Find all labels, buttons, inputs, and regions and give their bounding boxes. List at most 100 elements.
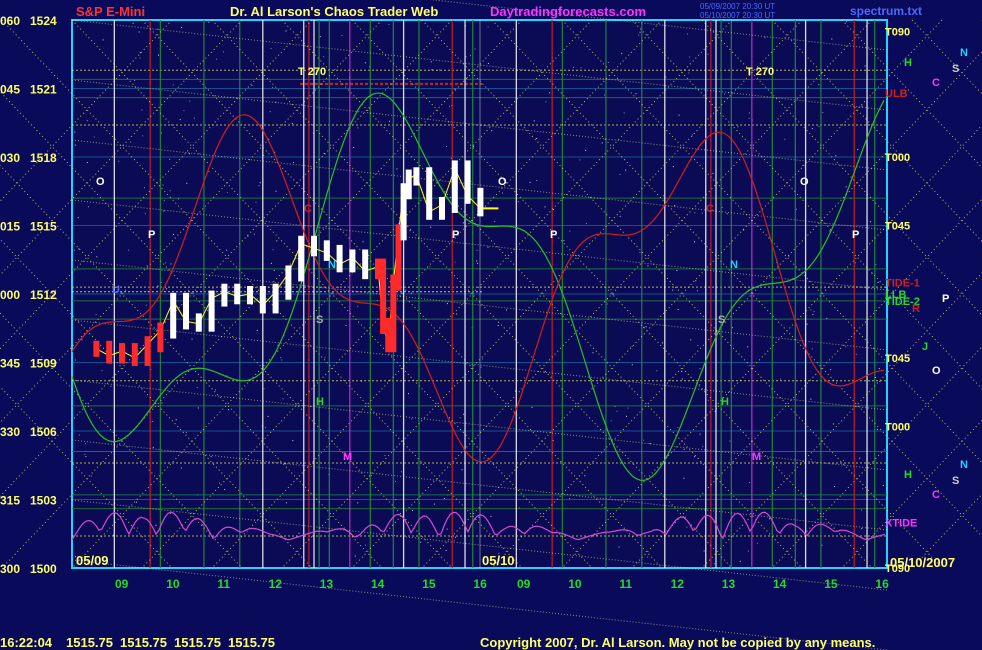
- star-dot: [77, 217, 79, 219]
- star-dot: [284, 463, 286, 465]
- star-dot: [84, 453, 86, 455]
- x-tick-label: 15: [824, 577, 838, 591]
- star-dot: [364, 544, 366, 546]
- plot-letter: S: [718, 314, 725, 326]
- star-dot: [862, 488, 864, 490]
- star-dot: [678, 114, 680, 116]
- star-dot: [112, 534, 114, 536]
- price-bar: [380, 258, 387, 334]
- star-dot: [585, 149, 587, 151]
- marker-label: T000: [885, 421, 910, 433]
- star-dot: [861, 527, 863, 529]
- star-dot: [293, 161, 295, 163]
- site-url[interactable]: Daytradingforecasts.com: [490, 4, 646, 19]
- star-dot: [469, 55, 471, 57]
- star-dot: [208, 171, 210, 173]
- star-dot: [821, 544, 823, 546]
- star-dot: [701, 212, 703, 214]
- x-tick-label: 15: [422, 577, 436, 591]
- star-dot: [102, 39, 104, 41]
- star-dot: [75, 359, 77, 361]
- star-dot: [643, 439, 645, 441]
- star-dot: [273, 269, 275, 271]
- star-dot: [832, 423, 834, 425]
- price-bar: [390, 274, 397, 353]
- star-dot: [151, 420, 153, 422]
- star-dot: [259, 182, 261, 184]
- price-bar: [259, 286, 266, 314]
- star-dot: [497, 324, 499, 326]
- star-dot: [601, 142, 603, 144]
- star-dot: [193, 117, 195, 119]
- price-bar: [323, 240, 330, 261]
- star-dot: [319, 36, 321, 38]
- star-dot: [623, 112, 625, 114]
- star-dot: [463, 413, 465, 415]
- star-dot: [604, 94, 606, 96]
- star-dot: [477, 262, 479, 264]
- star-dot: [606, 303, 608, 305]
- star-dot: [806, 323, 808, 325]
- star-dot: [420, 541, 422, 543]
- star-dot: [656, 370, 658, 372]
- star-dot: [341, 35, 343, 37]
- plot-letter: M: [343, 451, 352, 463]
- y-code-label: 300: [0, 562, 20, 576]
- price-bar: [298, 235, 305, 282]
- price-bar: [385, 317, 392, 353]
- y-code-label: 330: [0, 425, 20, 439]
- star-dot: [191, 338, 193, 340]
- star-dot: [531, 406, 533, 408]
- star-dot: [810, 398, 812, 400]
- star-dot: [618, 546, 620, 548]
- y-price-label: 1500: [30, 562, 57, 576]
- plot-letter: R: [912, 303, 920, 315]
- star-dot: [400, 471, 402, 473]
- star-dot: [152, 446, 154, 448]
- plot-letter: C: [304, 203, 312, 215]
- star-dot: [625, 169, 627, 171]
- star-dot: [694, 212, 696, 214]
- star-dot: [430, 61, 432, 63]
- price-bar: [405, 169, 412, 200]
- star-dot: [882, 484, 884, 486]
- footer-timestamp: 16:22:04: [0, 635, 53, 650]
- star-dot: [662, 195, 664, 197]
- star-dot: [224, 488, 226, 490]
- price-bar: [170, 292, 177, 339]
- plot-letter: H: [316, 396, 324, 408]
- star-dot: [212, 287, 214, 289]
- t270-label-day2: T 270: [746, 66, 774, 78]
- star-dot: [157, 285, 159, 287]
- star-dot: [811, 348, 813, 350]
- star-dot: [739, 560, 741, 562]
- y-price-label: 1503: [30, 494, 57, 508]
- star-dot: [610, 496, 612, 498]
- star-dot: [411, 418, 413, 420]
- plot-letter: N: [730, 259, 738, 271]
- star-dot: [810, 309, 812, 311]
- plot-letter: S: [952, 63, 959, 75]
- star-dot: [158, 54, 160, 56]
- price-bar: [451, 160, 458, 213]
- star-dot: [210, 456, 212, 458]
- star-dot: [172, 233, 174, 235]
- star-dot: [345, 324, 347, 326]
- star-dot: [482, 358, 484, 360]
- star-dot: [267, 415, 269, 417]
- star-dot: [490, 515, 492, 517]
- star-dot: [269, 111, 271, 113]
- price-bar: [395, 224, 402, 291]
- star-dot: [139, 52, 141, 54]
- y-code-label: 345: [0, 357, 20, 371]
- plot-letter: U: [112, 284, 120, 296]
- copyright: Copyright 2007, Dr. Al Larson. May not b…: [480, 635, 875, 650]
- star-dot: [280, 357, 282, 359]
- y-price-label: 1509: [30, 357, 57, 371]
- star-dot: [580, 67, 582, 69]
- star-dot: [686, 33, 688, 35]
- price-bar: [349, 249, 356, 273]
- star-dot: [878, 368, 880, 370]
- star-dot: [627, 407, 629, 409]
- star-dot: [536, 179, 538, 181]
